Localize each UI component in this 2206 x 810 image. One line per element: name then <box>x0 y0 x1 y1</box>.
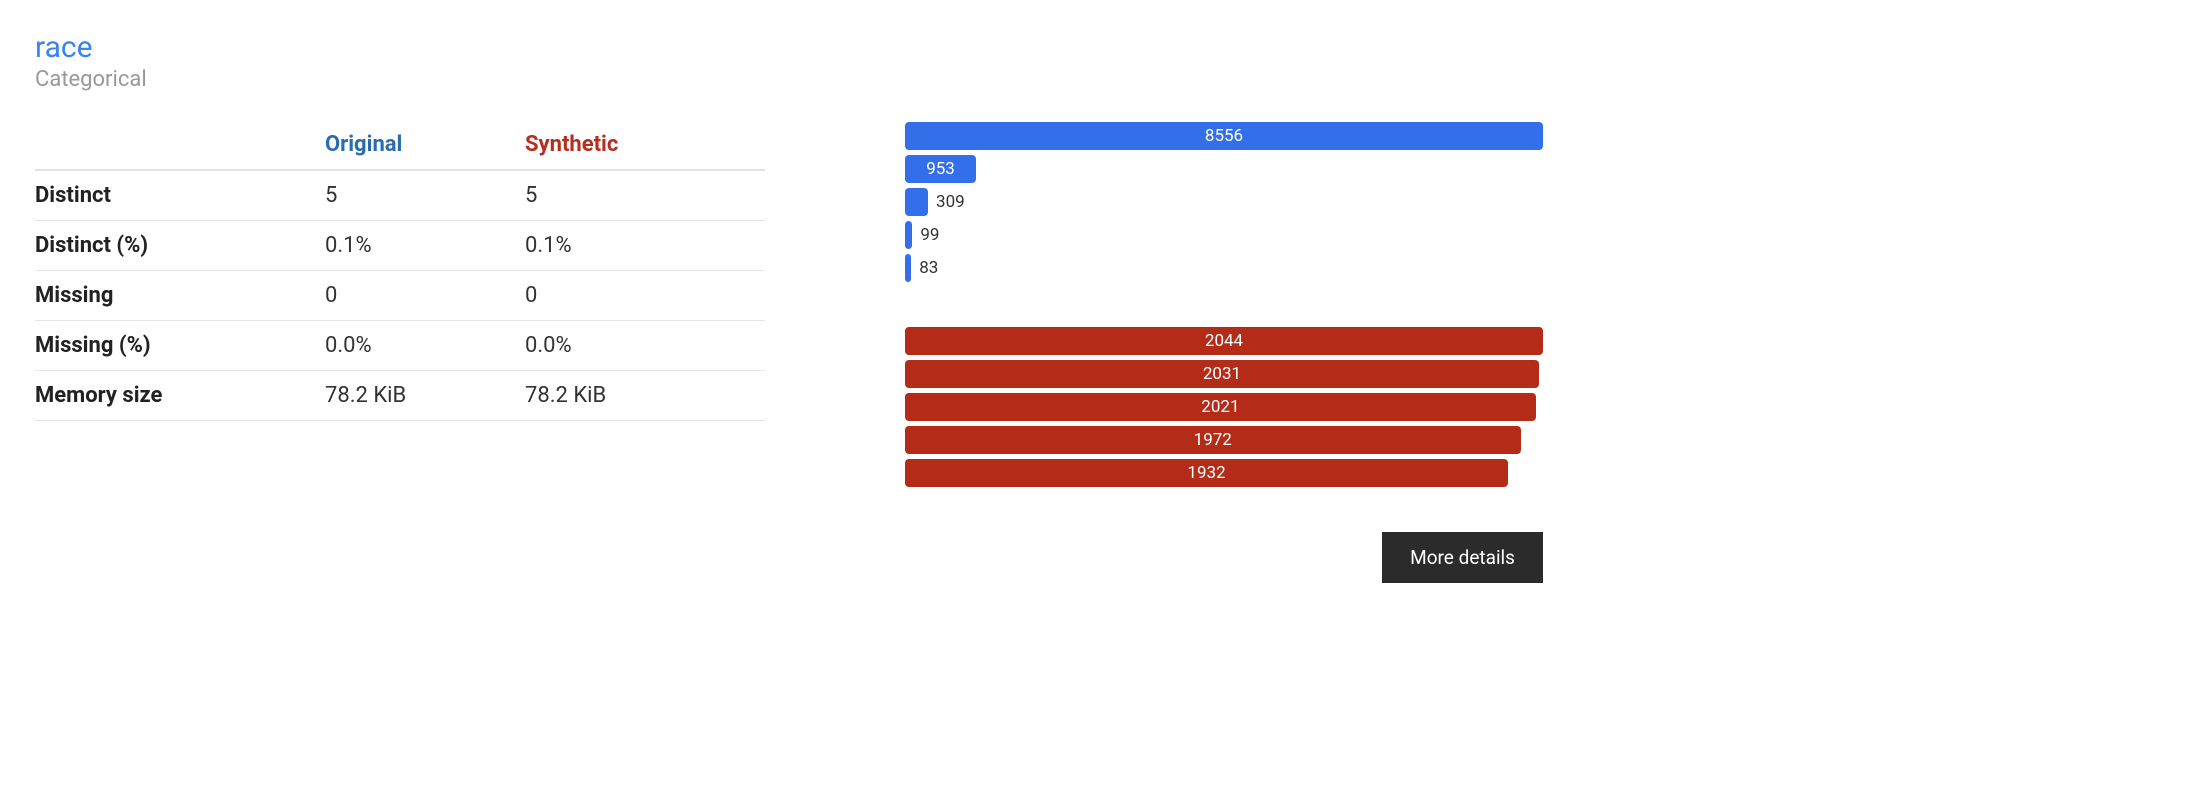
stat-label: Missing <box>35 271 325 321</box>
stat-label: Missing (%) <box>35 321 325 371</box>
bar-row: 309 <box>905 188 1543 216</box>
stat-row: Missing 0 0 <box>35 271 765 321</box>
stat-original: 5 <box>325 170 525 221</box>
stat-synthetic: 5 <box>525 170 765 221</box>
bar-row: 2031 <box>905 360 1543 388</box>
bar-row: 8556 <box>905 122 1543 150</box>
bar-value-label: 99 <box>920 225 939 245</box>
footer-row: More details <box>905 532 1543 583</box>
variable-type: Categorical <box>35 67 2171 92</box>
original-bar: 8556 <box>905 122 1543 150</box>
stats-tbody: Distinct 5 5 Distinct (%) 0.1% 0.1% Miss… <box>35 170 765 421</box>
original-bar <box>905 254 911 282</box>
stat-row: Distinct (%) 0.1% 0.1% <box>35 221 765 271</box>
bar-row: 2021 <box>905 393 1543 421</box>
stat-synthetic: 0.1% <box>525 221 765 271</box>
stat-synthetic: 78.2 KiB <box>525 371 765 421</box>
variable-name[interactable]: race <box>35 30 2171 65</box>
stat-label: Distinct (%) <box>35 221 325 271</box>
stats-table-container: Original Synthetic Distinct 5 5 Distinct… <box>35 122 765 583</box>
col-header-label <box>35 122 325 170</box>
original-bar <box>905 188 928 216</box>
stat-synthetic: 0.0% <box>525 321 765 371</box>
original-bar: 953 <box>905 155 976 183</box>
stat-original: 78.2 KiB <box>325 371 525 421</box>
variable-header: race Categorical <box>35 30 2171 92</box>
bar-row: 2044 <box>905 327 1543 355</box>
stat-synthetic: 0 <box>525 271 765 321</box>
synthetic-bar: 2044 <box>905 327 1543 355</box>
col-header-synthetic: Synthetic <box>525 122 765 170</box>
stat-original: 0.1% <box>325 221 525 271</box>
synthetic-bar: 2021 <box>905 393 1536 421</box>
stat-original: 0.0% <box>325 321 525 371</box>
synthetic-bar-chart: 2044 2031 2021 1972 1932 <box>905 327 1543 487</box>
stat-original: 0 <box>325 271 525 321</box>
more-details-button[interactable]: More details <box>1382 532 1543 583</box>
bar-value-label: 83 <box>919 258 938 278</box>
original-bar-chart: 8556 953 309 99 83 <box>905 122 1543 282</box>
synthetic-bar: 1972 <box>905 426 1521 454</box>
bar-row: 953 <box>905 155 1543 183</box>
stat-row: Missing (%) 0.0% 0.0% <box>35 321 765 371</box>
bar-row: 99 <box>905 221 1543 249</box>
bar-row: 1972 <box>905 426 1543 454</box>
stats-table: Original Synthetic Distinct 5 5 Distinct… <box>35 122 765 421</box>
synthetic-bar: 2031 <box>905 360 1539 388</box>
stat-label: Memory size <box>35 371 325 421</box>
content-row: Original Synthetic Distinct 5 5 Distinct… <box>35 122 2171 583</box>
original-bar <box>905 221 912 249</box>
stat-row: Distinct 5 5 <box>35 170 765 221</box>
bar-row: 83 <box>905 254 1543 282</box>
col-header-original: Original <box>325 122 525 170</box>
charts-container: 8556 953 309 99 83 2044 2031 2021 1972 1932 More… <box>905 122 1543 583</box>
bar-value-label: 309 <box>936 192 965 212</box>
bar-row: 1932 <box>905 459 1543 487</box>
synthetic-bar: 1932 <box>905 459 1508 487</box>
stat-label: Distinct <box>35 170 325 221</box>
stat-row: Memory size 78.2 KiB 78.2 KiB <box>35 371 765 421</box>
